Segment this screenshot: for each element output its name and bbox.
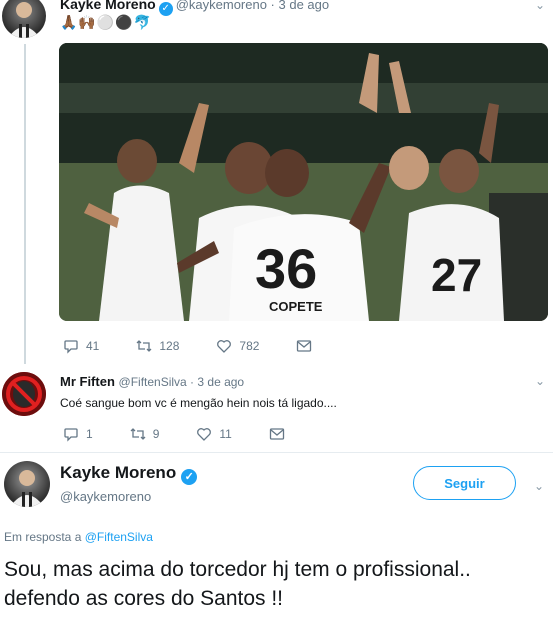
like-count: 782	[239, 339, 260, 353]
retweet-icon	[129, 425, 147, 443]
follow-button[interactable]: Seguir	[413, 466, 516, 500]
avatar-image	[8, 2, 40, 38]
thread-connector-line	[24, 44, 26, 364]
tweet-photo[interactable]: 36 COPETE 27	[59, 43, 548, 321]
reply-text: Coé sangue bom vc é mengão hein nois tá …	[60, 396, 337, 410]
avatar[interactable]	[4, 461, 50, 507]
author-name[interactable]: Mr Fiften	[60, 374, 115, 389]
in-reply-to: Em resposta a @FiftenSilva	[4, 530, 153, 544]
verified-badge-icon: ✓	[181, 469, 198, 485]
handle-and-time[interactable]: @FiftenSilva · 3 de ago	[119, 375, 245, 389]
reply-icon	[62, 337, 80, 355]
like-button[interactable]: 782	[215, 337, 259, 355]
reply-button[interactable]: 41	[62, 337, 99, 355]
author-handle[interactable]: @kaykemoreno	[60, 489, 151, 504]
reply-count: 1	[86, 427, 93, 441]
retweet-count: 128	[159, 339, 180, 353]
heart-icon	[195, 425, 213, 443]
shirt-number-27: 27	[431, 249, 482, 301]
handle-and-time[interactable]: @kaykemoreno · 3 de ago	[176, 0, 329, 12]
chevron-down-icon[interactable]: ⌄	[535, 374, 545, 388]
heart-icon	[215, 337, 233, 355]
avatar[interactable]	[2, 0, 46, 38]
direct-message-button[interactable]	[268, 425, 292, 443]
shirt-number-36: 36	[255, 237, 317, 300]
avatar-image	[2, 372, 46, 416]
envelope-icon	[295, 337, 313, 355]
chevron-down-icon[interactable]: ⌄	[535, 0, 545, 12]
tweet-text-emojis: 🙏🏾🙌🏾⚪⚫🐬	[60, 14, 153, 30]
envelope-icon	[268, 425, 286, 443]
reply-count: 41	[86, 339, 100, 353]
like-count: 11	[219, 427, 232, 441]
shirt-name-copete: COPETE	[269, 299, 323, 314]
avatar[interactable]	[2, 372, 46, 416]
chevron-down-icon[interactable]: ⌄	[534, 479, 544, 493]
divider	[0, 452, 553, 453]
in-reply-prefix: Em resposta a	[4, 530, 82, 544]
tweet-actions: 41 128 782	[62, 337, 355, 355]
in-reply-handle-link[interactable]: @FiftenSilva	[85, 530, 153, 544]
author-name-text: Kayke Moreno	[60, 463, 177, 482]
reply-icon	[62, 425, 80, 443]
reply-actions: 1 9 11	[62, 425, 328, 443]
retweet-button[interactable]: 128	[135, 337, 179, 355]
reply-header: Mr Fiften @FiftenSilva · 3 de ago	[60, 374, 244, 389]
retweet-button[interactable]: 9	[129, 425, 160, 443]
author-name[interactable]: Kayke Moreno	[60, 0, 156, 12]
tweet-text: Sou, mas acima do torcedor hj tem o prof…	[4, 558, 471, 610]
retweet-count: 9	[152, 427, 160, 441]
author-name[interactable]: Kayke Moreno ✓	[60, 463, 200, 485]
retweet-icon	[135, 337, 153, 355]
like-button[interactable]: 11	[195, 425, 232, 443]
reply-button[interactable]: 1	[62, 425, 93, 443]
avatar-image	[10, 470, 44, 507]
direct-message-button[interactable]	[295, 337, 319, 355]
verified-badge-icon: ✓	[158, 2, 173, 16]
celebration-photo: 36 COPETE 27	[59, 43, 548, 321]
